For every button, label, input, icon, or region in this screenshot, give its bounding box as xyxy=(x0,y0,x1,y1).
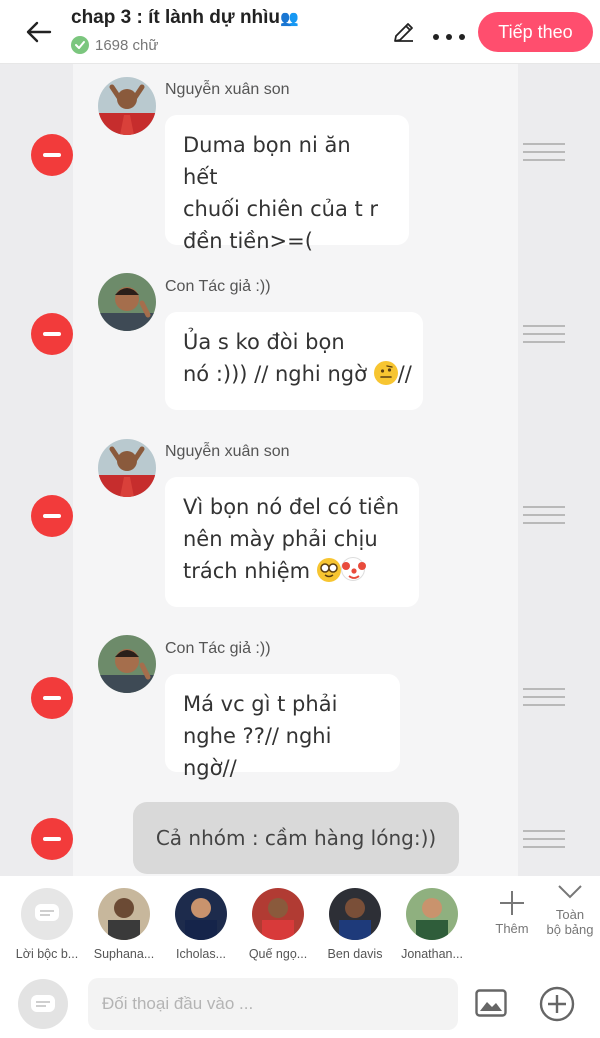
message-bubble[interactable]: Ủa s ko đòi bọn nó :))) // nghi ngờ // xyxy=(165,312,423,410)
speaker-name: Nguyễn xuân son xyxy=(165,443,290,460)
more-options-icon[interactable] xyxy=(432,28,466,46)
character-narrator[interactable]: Lời bộc b... xyxy=(9,888,85,961)
message-line: chuối chiên của t r xyxy=(183,197,379,221)
drag-handle-icon[interactable] xyxy=(523,143,565,167)
character-label: Icholas... xyxy=(175,947,227,961)
message-bubble[interactable]: Vì bọn nó đel có tiền nên mày phải chịu … xyxy=(165,477,419,607)
plus-icon xyxy=(500,891,524,915)
character-picker: Lời bộc b... Suphana... Icholas... Quế n… xyxy=(0,876,600,972)
add-circle-icon[interactable] xyxy=(539,986,575,1027)
remove-message-button[interactable] xyxy=(31,313,73,355)
next-button[interactable]: Tiếp theo xyxy=(478,12,593,52)
message-line: Má vc gì t phải xyxy=(183,692,338,716)
avatar[interactable] xyxy=(98,77,156,135)
character-label: Ben davis xyxy=(327,947,383,961)
message-line: Duma bọn ni ăn hết xyxy=(183,133,351,189)
message-line: trách nhiệm xyxy=(183,559,311,583)
avatar[interactable] xyxy=(98,635,156,693)
message-line: Vì bọn nó đel có tiền xyxy=(183,495,399,519)
show-all-label-1: Toàn xyxy=(555,907,585,922)
story-editor: chap 3 : ít lành dự nhìu👥 1698 chữ Tiếp … xyxy=(0,0,600,1038)
speech-bubble-icon xyxy=(21,888,73,940)
drag-handle-icon[interactable] xyxy=(523,325,565,349)
message-line: Ủa s ko đòi bọn xyxy=(183,330,345,354)
remove-message-button[interactable] xyxy=(31,495,73,537)
message-line: nó :))) // nghi ngờ xyxy=(183,362,367,386)
character-label: Quế ngọ... xyxy=(248,947,308,961)
speaker-name: Con Tác giả :)) xyxy=(165,640,271,657)
dialogue-input[interactable] xyxy=(88,978,458,1030)
avatar xyxy=(175,888,227,940)
message-line: đền tiền>=( xyxy=(183,229,313,253)
show-all-button[interactable]: Toàn bộ bảng xyxy=(540,880,600,937)
chevron-down-icon xyxy=(558,885,582,899)
add-character-button[interactable]: Thêm xyxy=(490,888,534,936)
character-avatar[interactable]: Suphana... xyxy=(86,888,162,961)
avatar xyxy=(252,888,304,940)
minus-icon xyxy=(43,837,61,841)
remove-message-button[interactable] xyxy=(31,677,73,719)
edit-pencil-icon[interactable] xyxy=(392,20,416,49)
word-count: 1698 chữ xyxy=(71,36,158,54)
message-line: nghe ??// nghi ngờ// xyxy=(183,724,332,780)
message-bubble[interactable]: Duma bọn ni ăn hết chuối chiên của t r đ… xyxy=(165,115,409,253)
avatar[interactable] xyxy=(98,273,156,331)
character-avatar[interactable]: Jonathan... xyxy=(394,888,470,961)
avatar[interactable] xyxy=(98,439,156,497)
top-bar: chap 3 : ít lành dự nhìu👥 1698 chữ Tiếp … xyxy=(0,0,600,64)
add-label: Thêm xyxy=(495,921,529,936)
chapter-title-text: chap 3 : ít lành dự nhìu xyxy=(71,7,281,28)
speaker-name: Con Tác giả :)) xyxy=(165,278,271,295)
input-bar xyxy=(0,972,600,1038)
minus-icon xyxy=(43,696,61,700)
drag-handle-icon[interactable] xyxy=(523,688,565,712)
character-avatar[interactable]: Icholas... xyxy=(163,888,239,961)
drag-handle-icon[interactable] xyxy=(523,506,565,530)
character-label: Suphana... xyxy=(93,947,155,961)
speaker-name: Nguyễn xuân son xyxy=(165,81,290,98)
avatar xyxy=(98,888,150,940)
character-label: Lời bộc b... xyxy=(15,947,79,961)
minus-icon xyxy=(43,514,61,518)
clown-emoji-icon xyxy=(340,557,366,581)
narration-bubble[interactable]: Cả nhóm : cầm hàng lóng:)) xyxy=(133,802,459,874)
image-icon[interactable] xyxy=(475,989,507,1022)
thinking-emoji-icon xyxy=(373,361,398,385)
avatar xyxy=(329,888,381,940)
chapter-title[interactable]: chap 3 : ít lành dự nhìu👥 xyxy=(71,7,299,29)
check-icon xyxy=(71,36,89,54)
character-label: Jonathan... xyxy=(401,947,463,961)
drag-handle-icon[interactable] xyxy=(523,830,565,854)
show-all-label-2: bộ bảng xyxy=(546,922,594,937)
back-arrow-icon[interactable] xyxy=(22,15,56,49)
avatar xyxy=(406,888,458,940)
minus-icon xyxy=(43,332,61,336)
nerd-emoji-icon xyxy=(316,558,341,582)
chat-bubble-icon[interactable] xyxy=(18,979,68,1029)
group-emoji-icon: 👥 xyxy=(280,10,299,27)
message-bubble[interactable]: Má vc gì t phải nghe ??// nghi ngờ// xyxy=(165,674,400,780)
word-count-text: 1698 chữ xyxy=(95,36,159,54)
message-suffix: // xyxy=(397,362,412,386)
character-avatar[interactable]: Quế ngọ... xyxy=(240,888,316,961)
remove-message-button[interactable] xyxy=(31,818,73,860)
character-avatar[interactable]: Ben davis xyxy=(317,888,393,961)
message-line: nên mày phải chịu xyxy=(183,527,378,551)
remove-message-button[interactable] xyxy=(31,134,73,176)
minus-icon xyxy=(43,153,61,157)
